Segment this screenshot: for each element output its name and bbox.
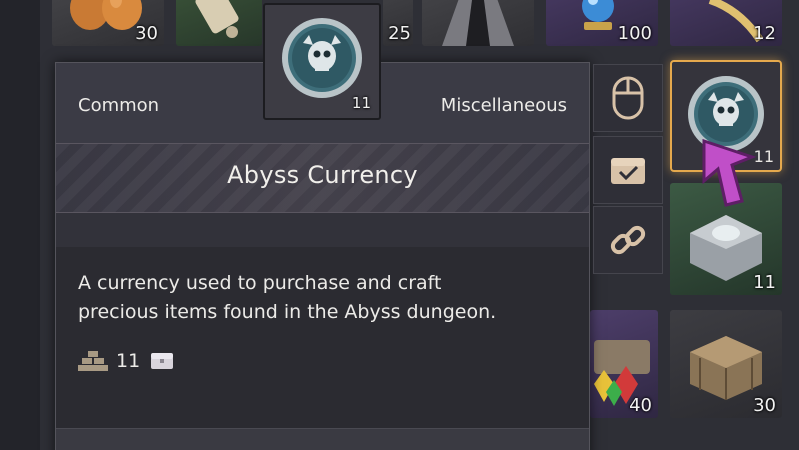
link-icon [610, 225, 646, 255]
item-tooltip: Common Miscellaneous Abyss Currency A cu… [55, 62, 590, 450]
item-description-line-1: A currency used to purchase and craft [78, 272, 442, 294]
item-quantity: 11 [351, 94, 371, 112]
inventory-slot-feather[interactable]: 12 [670, 0, 782, 46]
inventory-slot-material[interactable]: 25 [383, 0, 413, 46]
inventory-slot-egg[interactable]: 30 [52, 0, 164, 46]
stack-value: 11 [116, 350, 141, 372]
item-quantity: 12 [753, 23, 776, 44]
inventory-slot-scroll[interactable] [176, 0, 262, 46]
store-in-chest-button[interactable] [593, 136, 663, 204]
chest-check-icon [611, 158, 645, 184]
storage-chest-icon [151, 353, 174, 369]
stack-bars-icon [78, 351, 108, 371]
item-category: Miscellaneous [440, 95, 567, 116]
game-cursor-icon [702, 138, 757, 207]
inventory-slot-hooded-figure[interactable] [422, 0, 534, 46]
item-quantity: 100 [617, 23, 652, 44]
item-rarity: Common [78, 95, 160, 116]
mouse-action-button[interactable] [593, 64, 663, 132]
item-quantity: 40 [629, 395, 652, 416]
dragged-item-slot[interactable]: 11 [263, 3, 381, 120]
inventory-slot-wooden-crate[interactable]: 30 [670, 310, 782, 418]
item-description-line-2: precious items found in the Abyss dungeo… [78, 301, 497, 323]
item-quantity: 30 [753, 395, 776, 416]
item-quantity: 25 [388, 23, 411, 44]
item-name: Abyss Currency [227, 161, 418, 189]
tooltip-footer [56, 428, 589, 450]
stack-info: 11 [78, 348, 178, 374]
inventory-left-frame [0, 0, 40, 450]
hooded-figure-icon [442, 0, 514, 46]
item-quantity: 11 [753, 272, 776, 293]
link-item-button[interactable] [593, 206, 663, 274]
item-description: A currency used to purchase and craft pr… [78, 269, 558, 327]
mouse-icon [612, 76, 644, 120]
scroll-icon [195, 0, 239, 38]
inventory-slot-crystal-orb[interactable]: 100 [546, 0, 658, 46]
inventory-slot-gem-chest[interactable]: 40 [590, 310, 658, 418]
item-quantity: 30 [135, 23, 158, 44]
